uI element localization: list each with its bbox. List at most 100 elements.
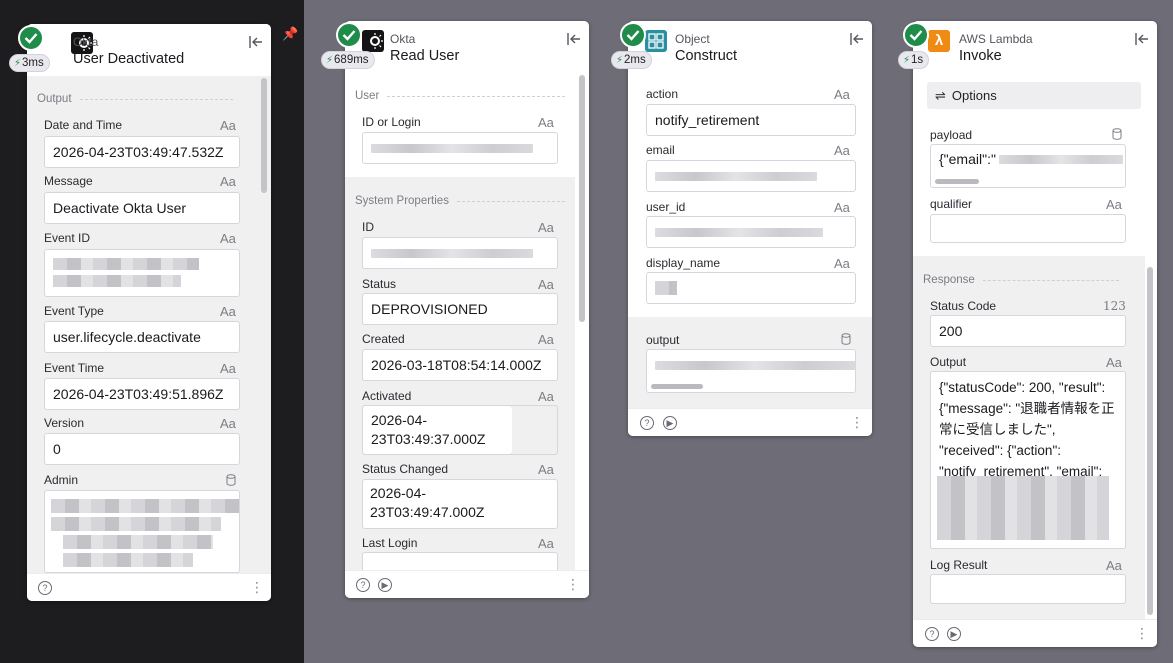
status-code-field[interactable]: 200	[930, 315, 1126, 347]
play-icon[interactable]: ▶	[663, 416, 677, 430]
field-label-created: Created	[362, 332, 405, 346]
play-icon[interactable]: ▶	[378, 578, 392, 592]
text-type-indicator: Aa	[220, 118, 236, 133]
help-icon[interactable]: ?	[356, 578, 370, 592]
version-field[interactable]: 0	[44, 433, 240, 465]
card-footer: ? ▶ ⋮	[345, 570, 589, 598]
field-label-display-name: display_name	[646, 256, 721, 270]
user-id-field[interactable]	[646, 216, 856, 248]
status-changed-field[interactable]: 2026-04-23T03:49:47.000Z	[362, 479, 512, 529]
card-body[interactable]: Output Date and Time Aa 2026-04-23T03:49…	[27, 76, 271, 573]
more-vertical-icon[interactable]: ⋮	[1135, 625, 1149, 642]
event-type-field[interactable]: user.lifecycle.deactivate	[44, 321, 240, 353]
card-body[interactable]: action Aa notify_retirement email Aa use…	[628, 73, 872, 408]
id-field[interactable]	[362, 237, 558, 269]
field-label-last-login: Last Login	[362, 536, 418, 550]
card-title: User Deactivated	[73, 51, 185, 67]
text-type-indicator: Aa	[538, 462, 554, 477]
text-type-indicator: Aa	[538, 332, 554, 347]
status-field[interactable]: DEPROVISIONED	[362, 293, 558, 325]
collapse-left-icon[interactable]	[565, 30, 583, 48]
pin-icon[interactable]: 📌	[282, 26, 298, 42]
check-icon	[620, 22, 646, 48]
text-type-indicator: Aa	[834, 200, 850, 215]
field-label-id-or-login: ID or Login	[362, 115, 421, 129]
field-label-id: ID	[362, 220, 374, 234]
output-field[interactable]: {"statusCode": 200, "result": {"message"…	[930, 371, 1126, 549]
field-label-status-code: Status Code	[930, 299, 997, 313]
options-label: Options	[951, 88, 997, 103]
more-vertical-icon[interactable]: ⋮	[850, 414, 864, 431]
redacted-value	[655, 228, 823, 237]
section-system-properties-heading: System Properties	[355, 195, 565, 207]
field-label-user-id: user_id	[646, 200, 686, 214]
database-icon	[1112, 128, 1122, 140]
field-label-event-id: Event ID	[44, 231, 91, 245]
event-id-field[interactable]	[44, 249, 240, 297]
text-type-indicator: Aa	[538, 220, 554, 235]
card-body[interactable]: payload {"email":" qualifier Aa Response…	[913, 119, 1157, 619]
redacted-value	[371, 249, 533, 258]
play-icon[interactable]: ▶	[947, 627, 961, 641]
horizontal-scrollbar[interactable]	[651, 384, 703, 389]
more-vertical-icon[interactable]: ⋮	[250, 579, 264, 596]
scrollbar[interactable]	[1147, 267, 1153, 615]
options-button[interactable]: ⇌ Options	[927, 82, 1141, 109]
scrollbar[interactable]	[579, 75, 585, 322]
admin-field[interactable]	[44, 490, 240, 573]
field-label-event-time: Event Time	[44, 361, 105, 375]
text-type-indicator: Aa	[538, 115, 554, 130]
card-okta-read-user[interactable]: Okta Read User User ID or Login Aa Syste…	[345, 21, 589, 598]
message-field[interactable]: Deactivate Okta User	[44, 192, 240, 224]
card-title: Invoke	[959, 48, 1002, 64]
activated-field[interactable]: 2026-04-23T03:49:37.000Z	[362, 405, 512, 455]
help-icon[interactable]: ?	[38, 581, 52, 595]
card-body[interactable]: User ID or Login Aa System Properties ID…	[345, 73, 589, 570]
execution-time-badge: ⚡3ms	[9, 54, 50, 72]
email-field[interactable]	[646, 160, 856, 192]
card-header: λ AWS Lambda Invoke	[913, 21, 1157, 73]
text-type-indicator: Aa	[1106, 558, 1122, 573]
date-time-field[interactable]: 2026-04-23T03:49:47.532Z	[44, 136, 240, 168]
redacted-value	[655, 172, 817, 181]
action-field[interactable]: notify_retirement	[646, 104, 856, 136]
section-response-heading: Response	[923, 274, 1119, 286]
display-name-field[interactable]	[646, 272, 856, 304]
card-footer: ? ⋮	[27, 573, 271, 601]
card-okta-user-deactivated[interactable]: Okta User Deactivated Output Date and Ti…	[27, 24, 271, 601]
help-icon[interactable]: ?	[640, 416, 654, 430]
scrollbar[interactable]	[261, 78, 267, 193]
bolt-icon: ⚡	[14, 58, 22, 69]
field-label-log-result: Log Result	[930, 558, 988, 572]
output-field[interactable]	[646, 349, 856, 393]
field-label-message: Message	[44, 174, 93, 188]
last-login-field[interactable]: 2026-03-19T00:45:42.000Z	[362, 552, 558, 570]
redacted-value	[655, 281, 677, 295]
card-object-construct[interactable]: Object Construct action Aa notify_retire…	[628, 21, 872, 436]
card-title: Construct	[675, 48, 738, 64]
collapse-left-icon[interactable]	[848, 30, 866, 48]
number-type-indicator: 123	[1103, 299, 1126, 313]
payload-field[interactable]: {"email":"	[930, 144, 1126, 188]
card-service-name: Object	[675, 32, 710, 46]
created-field[interactable]: 2026-03-18T08:54:14.000Z	[362, 349, 558, 381]
collapse-left-icon[interactable]	[1133, 30, 1151, 48]
field-label-admin: Admin	[44, 473, 79, 487]
redacted-value	[51, 517, 221, 531]
event-time-field[interactable]: 2026-04-23T03:49:51.896Z	[44, 378, 240, 410]
collapse-left-icon[interactable]	[247, 33, 265, 51]
card-aws-lambda-invoke[interactable]: λ AWS Lambda Invoke ⇌ Options payload {"…	[913, 21, 1157, 647]
more-vertical-icon[interactable]: ⋮	[566, 576, 580, 593]
output-value: {"statusCode": 200, "result": {"message"…	[939, 380, 1115, 479]
redacted-value	[51, 499, 239, 513]
log-result-field[interactable]	[930, 574, 1126, 604]
help-icon[interactable]: ?	[925, 627, 939, 641]
horizontal-scrollbar[interactable]	[935, 179, 979, 184]
check-icon	[903, 22, 929, 48]
text-type-indicator: Aa	[220, 416, 236, 431]
id-or-login-field[interactable]	[362, 132, 558, 164]
card-title: Read User	[390, 48, 460, 64]
redacted-value	[63, 535, 213, 549]
qualifier-field[interactable]	[930, 214, 1126, 243]
field-label-payload: payload	[930, 128, 973, 142]
